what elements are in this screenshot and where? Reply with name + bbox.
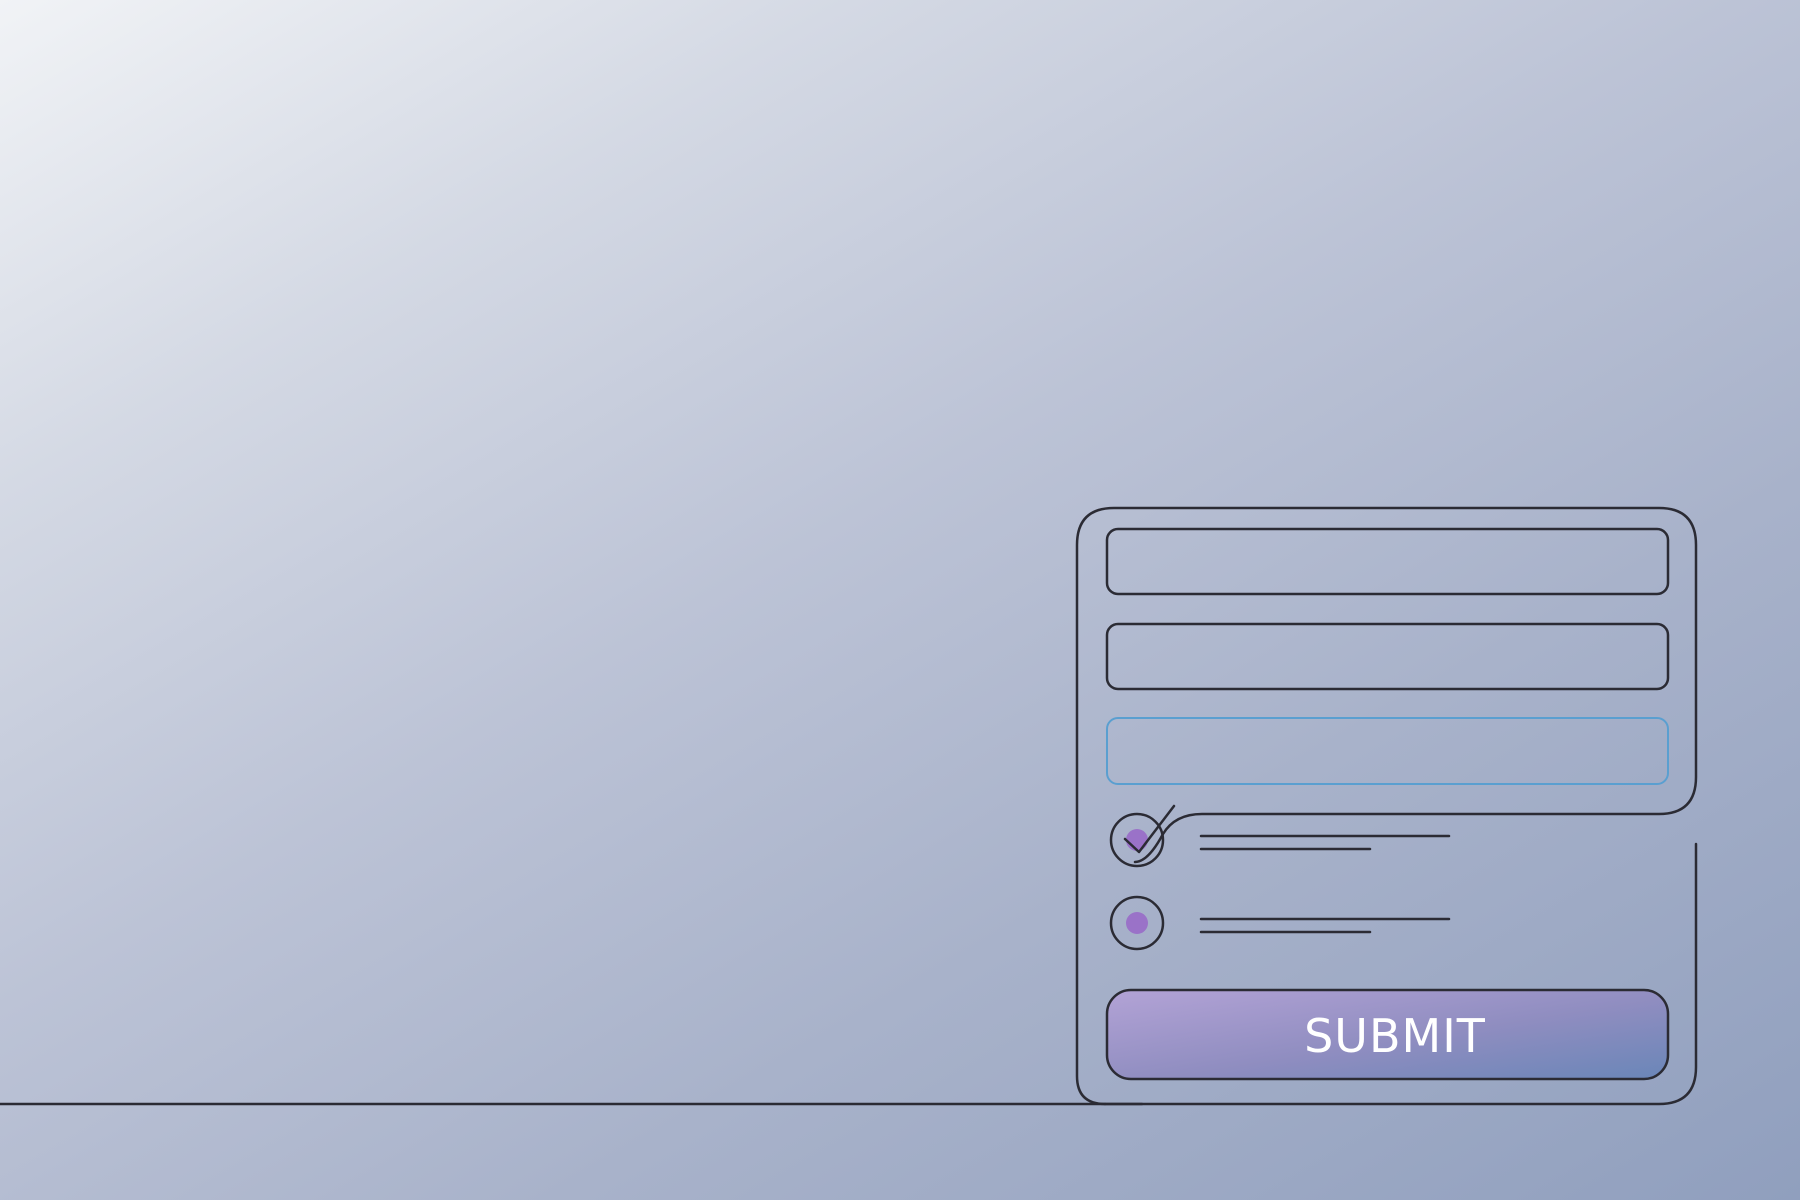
text-field-3[interactable]: [1106, 717, 1669, 785]
submit-button-label: SUBMIT: [1304, 1009, 1486, 1063]
text-field-2[interactable]: [1105, 622, 1670, 691]
form-illustration-page: { "form": { "submit_label": "SUBMIT", "f…: [0, 0, 1800, 1200]
text-field-1[interactable]: [1105, 527, 1670, 596]
option-2-radio[interactable]: [1109, 895, 1165, 951]
submit-button[interactable]: SUBMIT: [1105, 988, 1670, 1081]
option-1-checkbox[interactable]: [1109, 804, 1176, 868]
form-illustration: SUBMIT: [0, 506, 1698, 1106]
